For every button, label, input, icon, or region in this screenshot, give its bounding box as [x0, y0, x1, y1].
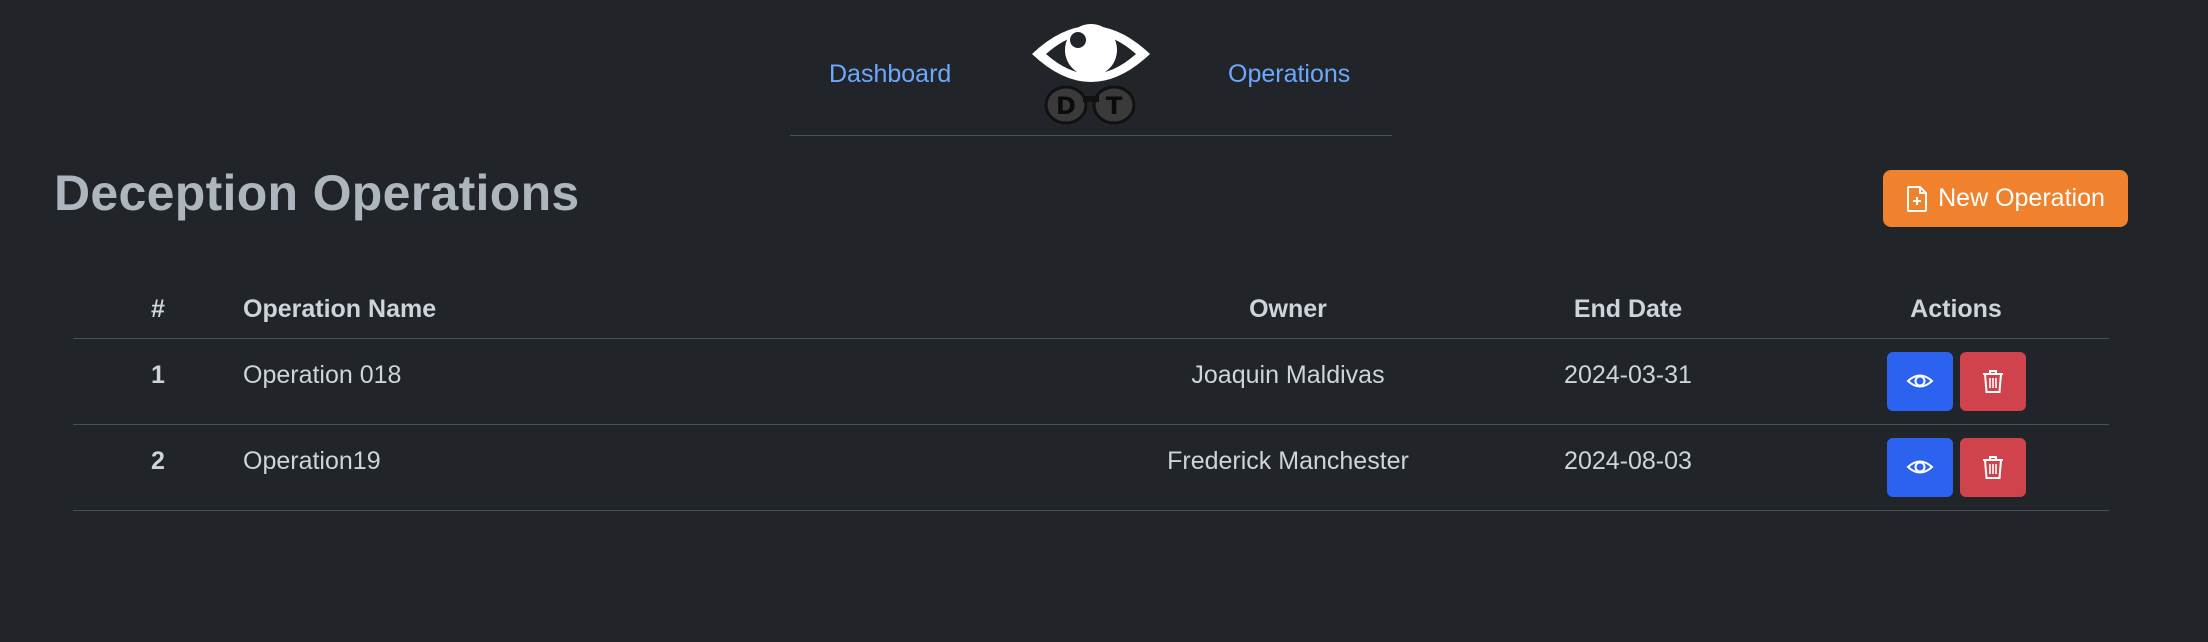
- header-actions: Actions: [1803, 282, 2109, 339]
- header-end-date: End Date: [1453, 282, 1803, 339]
- nav-link-operations[interactable]: Operations: [1228, 60, 1350, 89]
- logo[interactable]: D T: [1028, 10, 1154, 126]
- new-operation-button[interactable]: New Operation: [1883, 170, 2128, 227]
- header-number: #: [73, 282, 243, 339]
- page-title: Deception Operations: [54, 165, 580, 221]
- table-row: 2 Operation19 Frederick Manchester 2024-…: [73, 424, 2109, 511]
- trash-icon: [1982, 456, 2003, 479]
- row-number: 1: [73, 338, 243, 425]
- operation-owner: Joaquin Maldivas: [1123, 338, 1453, 425]
- eye-icon: [1906, 374, 1933, 388]
- delete-operation-button[interactable]: [1959, 437, 2026, 497]
- operation-name: Operation 018: [243, 338, 1123, 425]
- row-actions: [1803, 424, 2109, 511]
- view-operation-button[interactable]: [1886, 437, 1953, 497]
- svg-text:D: D: [1056, 92, 1076, 120]
- row-number: 2: [73, 424, 243, 511]
- header-operation-name: Operation Name: [243, 282, 1123, 339]
- svg-text:T: T: [1106, 92, 1123, 120]
- header-owner: Owner: [1123, 282, 1453, 339]
- row-actions: [1803, 338, 2109, 425]
- delete-operation-button[interactable]: [1959, 351, 2026, 411]
- operation-end-date: 2024-08-03: [1453, 424, 1803, 511]
- new-operation-label: New Operation: [1938, 184, 2105, 212]
- table-header-row: # Operation Name Owner End Date Actions: [73, 282, 2109, 339]
- nav-link-dashboard[interactable]: Dashboard: [829, 60, 951, 89]
- view-operation-button[interactable]: [1886, 351, 1953, 411]
- top-navigation: Dashboard D T Operations: [790, 0, 1392, 136]
- eye-icon: [1906, 460, 1933, 474]
- operation-owner: Frederick Manchester: [1123, 424, 1453, 511]
- operations-table: # Operation Name Owner End Date Actions …: [73, 282, 2109, 511]
- file-plus-icon: [1907, 185, 1928, 212]
- operations-table-container: # Operation Name Owner End Date Actions …: [73, 282, 2109, 511]
- operation-name: Operation19: [243, 424, 1123, 511]
- trash-icon: [1982, 370, 2003, 393]
- operation-end-date: 2024-03-31: [1453, 338, 1803, 425]
- table-row: 1 Operation 018 Joaquin Maldivas 2024-03…: [73, 338, 2109, 425]
- eye-logo-icon: D T: [1032, 24, 1150, 125]
